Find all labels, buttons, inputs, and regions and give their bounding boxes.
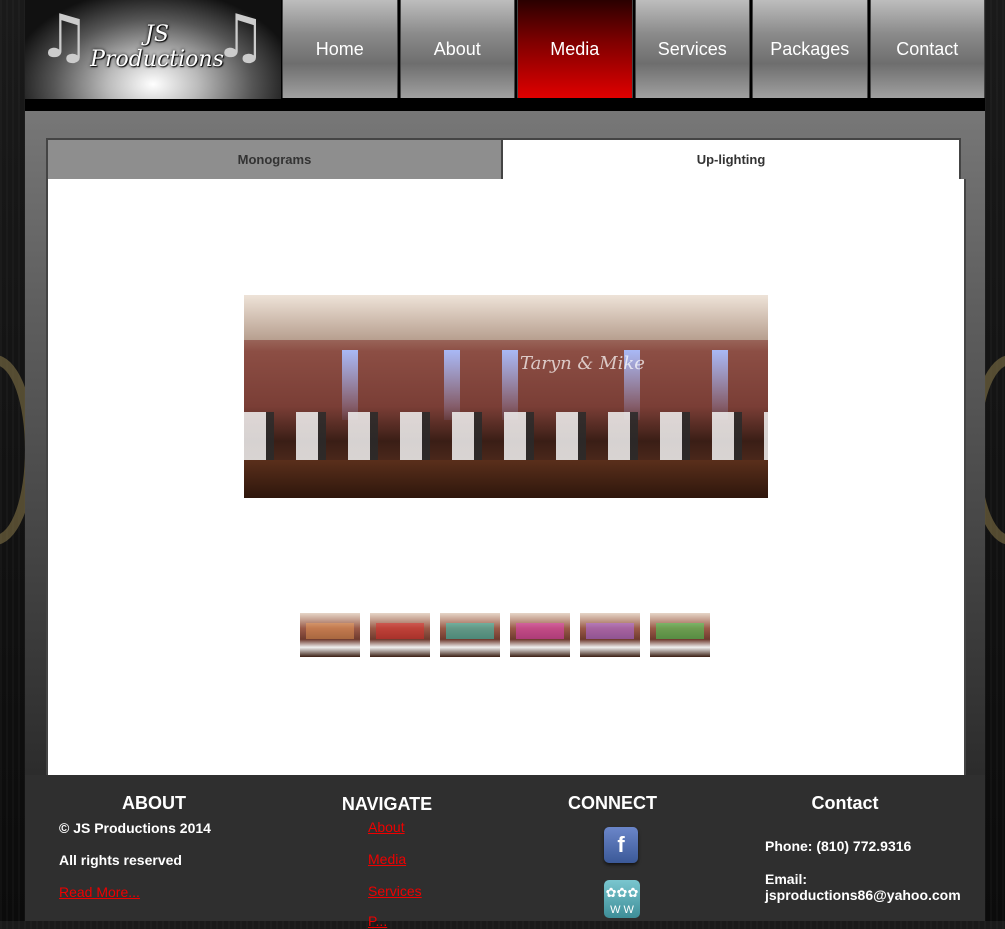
nav-about[interactable]: About bbox=[399, 0, 515, 98]
nav-contact[interactable]: Contact bbox=[869, 0, 985, 98]
gallery-thumbnail[interactable] bbox=[650, 613, 710, 657]
nav-media[interactable]: Media bbox=[517, 0, 633, 98]
contact-email: Email: jsproductions86@yahoo.com bbox=[765, 871, 961, 903]
gallery-thumbnail[interactable] bbox=[300, 613, 360, 657]
tab-monograms[interactable]: Monograms bbox=[46, 138, 503, 179]
read-more-link[interactable]: Read More... bbox=[59, 884, 140, 900]
contact-phone: Phone: (810) 772.9316 bbox=[765, 838, 912, 854]
contact-email-label: Email: bbox=[765, 871, 808, 887]
uplight-glow bbox=[342, 350, 358, 420]
gallery-thumbnail[interactable] bbox=[370, 613, 430, 657]
footer-link-next[interactable]: P... bbox=[368, 913, 387, 929]
footer-contact-heading: Contact bbox=[811, 793, 879, 813]
uplight-glow bbox=[712, 350, 728, 420]
footer-link-about[interactable]: About bbox=[368, 819, 405, 835]
balloon-icon: ✿✿✿ bbox=[605, 885, 639, 900]
gallery-thumbnail[interactable] bbox=[580, 613, 640, 657]
tab-panel: Taryn & Mike bbox=[46, 179, 966, 775]
photo-monogram: Taryn & Mike bbox=[520, 353, 645, 374]
footer-link-media[interactable]: Media bbox=[368, 851, 406, 867]
nav-packages[interactable]: Packages bbox=[752, 0, 868, 98]
nav-home[interactable]: Home bbox=[282, 0, 398, 98]
media-tabs: Monograms Up-lighting bbox=[46, 138, 964, 179]
footer-link-services[interactable]: Services bbox=[368, 883, 422, 899]
copyright-text: © JS Productions 2014 bbox=[59, 820, 211, 836]
gallery-thumbnail[interactable] bbox=[510, 613, 570, 657]
gallery-main-photo[interactable]: Taryn & Mike bbox=[244, 295, 768, 498]
photo-tables bbox=[244, 412, 768, 462]
main-nav: Home About Media Services Packages Conta… bbox=[282, 0, 985, 99]
facebook-icon[interactable]: f bbox=[604, 827, 638, 863]
site-wrapper: ♫ JS Productions ♫ Home About Media Serv… bbox=[25, 0, 985, 929]
nav-services[interactable]: Services bbox=[634, 0, 750, 98]
gallery-thumbnail[interactable] bbox=[440, 613, 500, 657]
photo-ceiling bbox=[244, 295, 768, 340]
main-content: Monograms Up-lighting Taryn & Mike bbox=[25, 111, 985, 775]
footer-about-heading: ABOUT bbox=[122, 793, 186, 813]
wedding-wire-icon[interactable]: ✿✿✿ W W bbox=[604, 880, 640, 918]
tab-up-lighting[interactable]: Up-lighting bbox=[503, 138, 961, 179]
footer-connect-heading: CONNECT bbox=[568, 793, 657, 813]
uplight-glow bbox=[502, 350, 518, 420]
contact-email-address[interactable]: jsproductions86@yahoo.com bbox=[765, 887, 961, 903]
gallery-thumbnails bbox=[300, 613, 710, 657]
header: ♫ JS Productions ♫ Home About Media Serv… bbox=[25, 0, 985, 111]
rights-text: All rights reserved bbox=[59, 852, 182, 868]
uplight-glow bbox=[444, 350, 460, 420]
footer: ABOUT © JS Productions 2014 All rights r… bbox=[25, 775, 985, 929]
footer-navigate-heading: NAVIGATE bbox=[341, 794, 433, 814]
music-note-icon: ♫ bbox=[213, 2, 267, 72]
photo-floor bbox=[244, 460, 768, 498]
logo[interactable]: ♫ JS Productions ♫ bbox=[25, 0, 281, 99]
